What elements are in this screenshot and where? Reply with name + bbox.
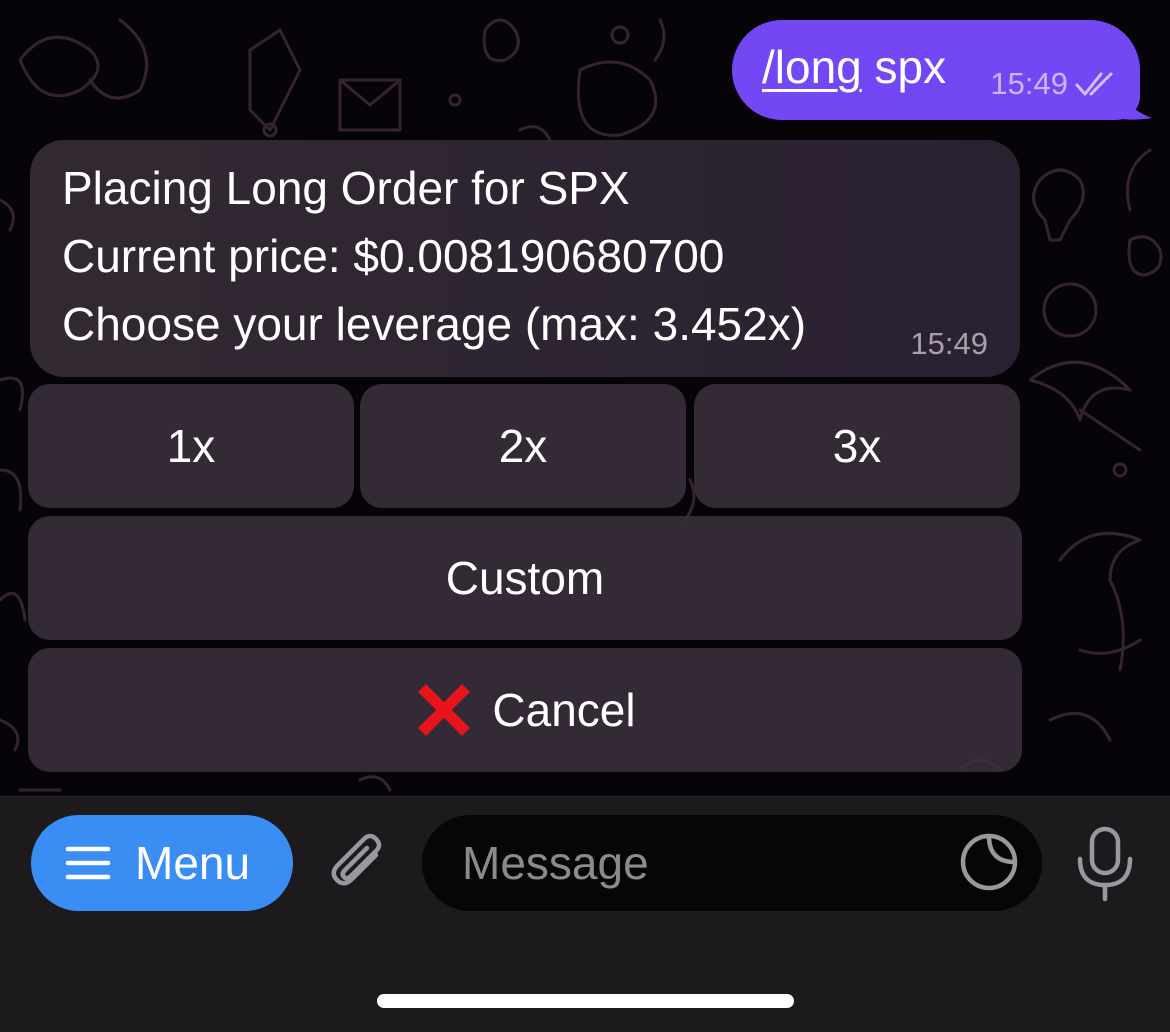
leverage-1x-button[interactable]: 1x — [28, 384, 354, 508]
message-placeholder: Message — [462, 837, 649, 889]
custom-leverage-label: Custom — [445, 552, 605, 604]
incoming-message-bubble[interactable]: Placing Long Order for SPX Current price… — [30, 140, 1020, 377]
home-indicator[interactable] — [377, 994, 794, 1008]
hamburger-icon — [65, 846, 111, 880]
red-cross-mark-icon — [418, 684, 471, 736]
leverage-1x-label: 1x — [166, 420, 216, 472]
cancel-button[interactable]: Cancel — [28, 648, 1022, 772]
leverage-3x-button[interactable]: 3x — [694, 384, 1020, 508]
order-title-line: Placing Long Order for SPX — [62, 162, 630, 214]
microphone-icon[interactable] — [1072, 825, 1138, 903]
custom-leverage-button[interactable]: Custom — [28, 516, 1022, 640]
outgoing-message-meta: 15:49 — [990, 66, 1118, 102]
cancel-label: Cancel — [492, 684, 636, 736]
leverage-2x-button[interactable]: 2x — [360, 384, 686, 508]
leverage-3x-label: 3x — [832, 420, 882, 472]
paperclip-icon[interactable] — [322, 829, 394, 901]
bot-command-link[interactable]: /long — [762, 41, 862, 93]
outgoing-message-time: 15:49 — [990, 66, 1068, 101]
message-list: /long spx 15:49 Placing Long Order for S… — [0, 0, 1170, 796]
telegram-chat-screen: /long spx 15:49 Placing Long Order for S… — [0, 0, 1170, 1032]
menu-label: Menu — [135, 837, 251, 889]
bot-menu-button[interactable]: Menu — [31, 815, 293, 911]
command-argument: spx — [861, 41, 947, 93]
message-input[interactable]: Message — [422, 815, 1042, 911]
incoming-message-time: 15:49 — [910, 326, 988, 361]
leverage-2x-label: 2x — [498, 420, 548, 472]
outgoing-message-bubble[interactable]: /long spx 15:49 — [732, 20, 1140, 120]
sticker-icon[interactable] — [958, 831, 1020, 893]
current-price-line: Current price: $0.008190680700 — [62, 230, 725, 282]
leverage-prompt-line: Choose your leverage (max: 3.452x) — [62, 298, 807, 350]
outgoing-message-text: /long spx — [762, 40, 946, 94]
message-input-bar: Menu Message — [0, 796, 1170, 1032]
outgoing-bubble-tail — [1106, 80, 1152, 120]
